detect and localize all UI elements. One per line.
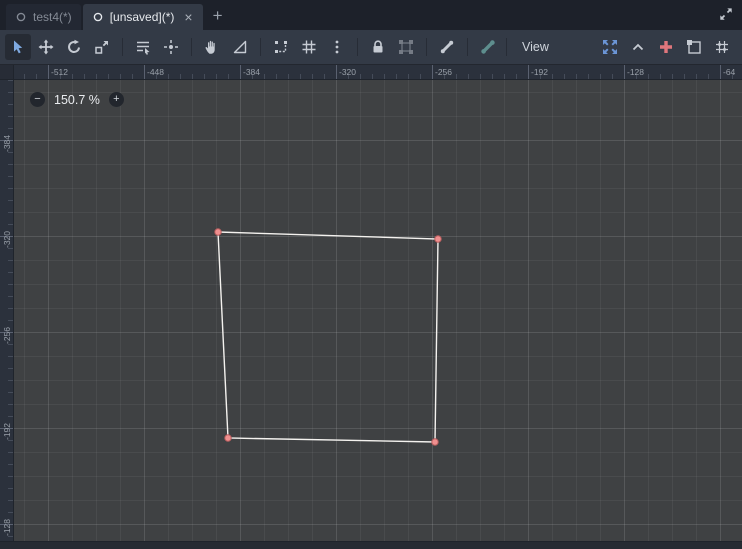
horizontal-ruler[interactable]: -512 -448 -384 -320 -256 -192 -128 -64 bbox=[14, 65, 742, 80]
tab-label: [unsaved](*) bbox=[109, 10, 175, 24]
ruler-label: -256 bbox=[2, 326, 12, 344]
zoom-in-button[interactable]: + bbox=[108, 92, 124, 107]
rotate-button[interactable] bbox=[61, 34, 87, 60]
ruler-label: -384 bbox=[2, 134, 12, 152]
zoom-controls: − 150.7 % + bbox=[30, 92, 124, 107]
ruler-label: -192 bbox=[2, 422, 12, 440]
ruler-label: -512 bbox=[51, 67, 69, 77]
group-icon bbox=[398, 39, 414, 55]
ruler-label: -256 bbox=[435, 67, 453, 77]
region-rect-icon bbox=[686, 39, 702, 55]
pivot-icon bbox=[163, 39, 179, 55]
distraction-free-button[interactable] bbox=[719, 7, 733, 21]
vertical-ruler[interactable]: -384 -320 -256 -192 -128 bbox=[0, 80, 14, 541]
bone-icon bbox=[439, 39, 455, 55]
skeleton-button[interactable] bbox=[475, 34, 501, 60]
toolbar-separator bbox=[191, 38, 192, 56]
grid-snap-icon bbox=[301, 39, 317, 55]
toolbar-separator bbox=[260, 38, 261, 56]
scene-icon bbox=[15, 11, 27, 23]
view-menu-button[interactable]: View bbox=[512, 34, 559, 60]
select-icon bbox=[10, 39, 26, 55]
ruler-icon bbox=[232, 39, 248, 55]
toolbar-separator bbox=[122, 38, 123, 56]
toolbar-separator bbox=[506, 38, 507, 56]
move-icon bbox=[38, 39, 54, 55]
snap-config-button[interactable] bbox=[709, 34, 735, 60]
snap-menu-icon bbox=[329, 39, 345, 55]
region-rect-button[interactable] bbox=[681, 34, 707, 60]
pan-button[interactable] bbox=[199, 34, 225, 60]
polygon-vertex-handle[interactable] bbox=[214, 228, 222, 236]
ruler-label: -128 bbox=[2, 518, 12, 536]
zoom-out-button[interactable]: − bbox=[30, 92, 45, 107]
chevron-up-icon bbox=[630, 39, 646, 55]
pan-icon bbox=[204, 39, 220, 55]
add-key-button[interactable] bbox=[653, 34, 679, 60]
tab-unsaved[interactable]: [unsaved](*) × bbox=[82, 4, 203, 30]
move-button[interactable] bbox=[33, 34, 59, 60]
snap-config-icon bbox=[714, 39, 730, 55]
add-key-icon bbox=[658, 39, 674, 55]
polygon-vertex-handle[interactable] bbox=[434, 235, 442, 243]
tab-bar: test4(*) [unsaved](*) × + bbox=[0, 0, 742, 30]
snap-menu-button[interactable] bbox=[324, 34, 350, 60]
lock-icon bbox=[370, 39, 386, 55]
tab-strip: test4(*) [unsaved](*) × bbox=[6, 4, 205, 30]
smart-snap-button[interactable] bbox=[268, 34, 294, 60]
frame-view-button[interactable] bbox=[597, 34, 623, 60]
ruler-label: -128 bbox=[627, 67, 645, 77]
pivot-button[interactable] bbox=[158, 34, 184, 60]
expand-icon bbox=[719, 7, 733, 21]
toolbar: View bbox=[0, 30, 742, 65]
horizontal-scrollbar[interactable] bbox=[0, 541, 742, 549]
frame-view-icon bbox=[602, 39, 618, 55]
lock-button[interactable] bbox=[365, 34, 391, 60]
polygon-outline[interactable] bbox=[217, 231, 439, 443]
smart-snap-icon bbox=[273, 39, 289, 55]
polygon-vertex-handle[interactable] bbox=[224, 434, 232, 442]
ruler-label: -320 bbox=[339, 67, 357, 77]
toolbar-separator bbox=[426, 38, 427, 56]
ruler-button[interactable] bbox=[227, 34, 253, 60]
polygon-vertex-handle[interactable] bbox=[431, 438, 439, 446]
editor-window: test4(*) [unsaved](*) × + View -512 -448 -38… bbox=[0, 0, 742, 549]
tab-test4[interactable]: test4(*) bbox=[6, 4, 81, 30]
ruler-label: -64 bbox=[723, 67, 736, 77]
tab-label: test4(*) bbox=[33, 10, 72, 24]
toolbar-separator bbox=[467, 38, 468, 56]
skeleton-icon bbox=[480, 39, 496, 55]
canvas-viewport[interactable]: − 150.7 % + bbox=[14, 80, 742, 541]
chevron-up-button[interactable] bbox=[625, 34, 651, 60]
group-button[interactable] bbox=[393, 34, 419, 60]
zoom-value[interactable]: 150.7 % bbox=[54, 93, 100, 107]
toolbar-left bbox=[5, 34, 501, 60]
select-button[interactable] bbox=[5, 34, 31, 60]
grid-snap-button[interactable] bbox=[296, 34, 322, 60]
toolbar-separator bbox=[357, 38, 358, 56]
ruler-label: -384 bbox=[243, 67, 261, 77]
polygon-svg bbox=[214, 228, 442, 446]
scene-icon bbox=[92, 11, 104, 23]
list-select-button[interactable] bbox=[130, 34, 156, 60]
ruler-label: -192 bbox=[531, 67, 549, 77]
new-tab-button[interactable]: + bbox=[205, 7, 231, 24]
ruler-label: -320 bbox=[2, 230, 12, 248]
scale-button[interactable] bbox=[89, 34, 115, 60]
bone-button[interactable] bbox=[434, 34, 460, 60]
close-icon[interactable]: × bbox=[183, 10, 193, 24]
list-select-icon bbox=[135, 39, 151, 55]
workspace: -512 -448 -384 -320 -256 -192 -128 -64 -384 -320… bbox=[0, 65, 742, 549]
rotate-icon bbox=[66, 39, 82, 55]
scale-icon bbox=[94, 39, 110, 55]
ruler-corner bbox=[0, 65, 14, 80]
toolbar-right bbox=[597, 34, 737, 60]
ruler-label: -448 bbox=[147, 67, 165, 77]
